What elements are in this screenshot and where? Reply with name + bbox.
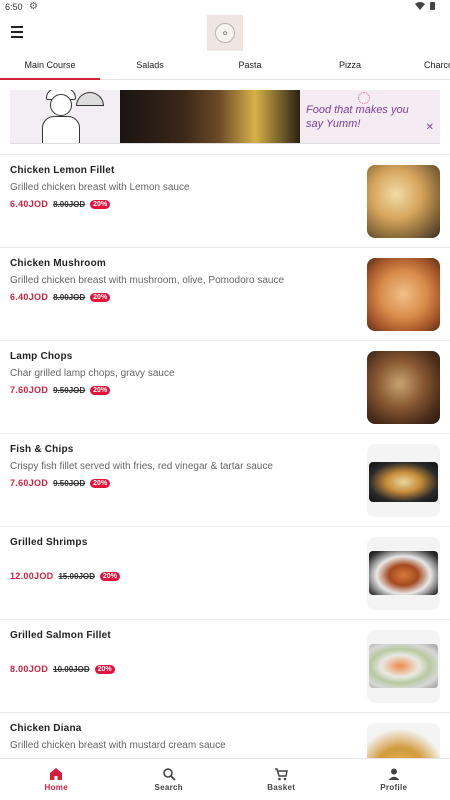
menu-item[interactable]: Chicken Mushroom Grilled chicken breast … xyxy=(0,247,450,340)
wifi-icon xyxy=(415,2,435,10)
menu-item[interactable]: Grilled Shrimps 12.00JOD 15.00JOD 20% xyxy=(0,526,450,619)
discount-badge: 20% xyxy=(90,199,111,209)
nav-basket[interactable]: Basket xyxy=(225,759,338,800)
profile-icon xyxy=(388,768,400,780)
item-old-price: 8.00JOD xyxy=(53,199,86,209)
banner-slogan: Food that makes you say Yumm! ✕ xyxy=(300,90,440,143)
price-row: 7.60JOD 9.50JOD 20% xyxy=(10,478,111,488)
search-icon xyxy=(162,768,176,781)
discount-badge: 20% xyxy=(94,664,115,674)
item-description: Grilled chicken breast with mustard crea… xyxy=(10,740,226,751)
item-name: Chicken Mushroom xyxy=(10,258,106,269)
menu-item[interactable]: Fish & Chips Crispy fish fillet served w… xyxy=(0,433,450,526)
nav-basket-label: Basket xyxy=(267,783,296,792)
status-bar: 6:50 ⚙ xyxy=(0,0,450,14)
home-icon xyxy=(50,768,63,780)
banner-chef-image xyxy=(10,90,120,143)
item-price: 6.40JOD xyxy=(10,199,49,209)
hamburger-icon xyxy=(11,26,23,28)
wifi-battery-icons xyxy=(414,1,438,13)
discount-badge: 20% xyxy=(90,292,111,302)
item-old-price: 10.00JOD xyxy=(53,664,90,674)
cart-icon xyxy=(275,768,289,781)
logo-emblem-icon: ✿ xyxy=(215,23,235,43)
discount-badge: 20% xyxy=(90,385,111,395)
tab-main-course[interactable]: Main Course xyxy=(0,56,100,80)
price-row: 6.40JOD 8.00JOD 20% xyxy=(10,199,111,209)
item-description: Char grilled lamp chops, gravy sauce xyxy=(10,368,175,379)
tab-pasta[interactable]: Pasta xyxy=(200,56,300,80)
category-tabs: Main Course Salads Pasta Pizza Charco xyxy=(0,56,450,80)
item-image[interactable] xyxy=(367,165,440,238)
item-price: 7.60JOD xyxy=(10,385,49,395)
item-image[interactable] xyxy=(367,630,440,703)
price-row: 6.40JOD 8.00JOD 20% xyxy=(10,292,111,302)
menu-item[interactable]: Chicken Diana Grilled chicken breast wit… xyxy=(0,712,450,758)
item-price: 8.00JOD xyxy=(10,664,49,674)
tab-salads[interactable]: Salads xyxy=(100,56,200,80)
cloche-icon xyxy=(76,92,104,106)
item-name: Lamp Chops xyxy=(10,351,73,362)
item-name: Fish & Chips xyxy=(10,444,74,455)
nav-search-label: Search xyxy=(154,783,183,792)
item-name: Grilled Shrimps xyxy=(10,537,88,548)
promo-banner[interactable]: Food that makes you say Yumm! ✕ xyxy=(10,90,440,144)
item-description: Grilled chicken breast with mushroom, ol… xyxy=(10,275,285,286)
nav-home[interactable]: Home xyxy=(0,759,113,800)
nav-home-label: Home xyxy=(44,783,68,792)
banner-slogan-line1: Food that makes you xyxy=(306,104,409,116)
flower-icon xyxy=(358,92,370,104)
item-description: Crispy fish fillet served with fries, re… xyxy=(10,461,273,472)
bottom-navigation: Home Search Basket Profile xyxy=(0,758,450,800)
price-row: 8.00JOD 10.00JOD 20% xyxy=(10,664,115,674)
menu-button[interactable] xyxy=(11,26,27,40)
banner-slogan-line2: say Yumm! xyxy=(306,118,361,130)
menu-item[interactable]: Lamp Chops Char grilled lamp chops, grav… xyxy=(0,340,450,433)
item-name: Chicken Lemon Fillet xyxy=(10,165,115,176)
item-image[interactable] xyxy=(367,258,440,331)
item-old-price: 9.50JOD xyxy=(53,478,86,488)
item-price: 7.60JOD xyxy=(10,478,49,488)
banner-steak-image xyxy=(120,90,300,143)
menu-item[interactable]: Chicken Lemon Fillet Grilled chicken bre… xyxy=(0,154,450,247)
discount-badge: 20% xyxy=(99,571,120,581)
item-old-price: 9.50JOD xyxy=(53,385,86,395)
item-name: Grilled Salmon Fillet xyxy=(10,630,111,641)
item-description: Grilled chicken breast with Lemon sauce xyxy=(10,182,190,193)
item-name: Chicken Diana xyxy=(10,723,82,734)
item-price: 6.40JOD xyxy=(10,292,49,302)
nav-profile[interactable]: Profile xyxy=(338,759,450,800)
fork-knife-icon: ✕ xyxy=(425,122,434,133)
tab-charcoal[interactable]: Charco xyxy=(400,56,450,80)
status-time: 6:50 xyxy=(5,2,23,12)
nav-search[interactable]: Search xyxy=(113,759,226,800)
item-old-price: 8.00JOD xyxy=(53,292,86,302)
item-image[interactable] xyxy=(367,351,440,424)
restaurant-logo: ✿ xyxy=(207,15,243,51)
item-price: 12.00JOD xyxy=(10,571,54,581)
app-bar: ✿ xyxy=(0,14,450,56)
item-old-price: 15.00JOD xyxy=(58,571,95,581)
settings-status-icon: ⚙ xyxy=(29,1,38,12)
item-image[interactable] xyxy=(367,537,440,610)
battery-icon xyxy=(430,2,435,10)
item-image[interactable] xyxy=(367,444,440,517)
price-row: 12.00JOD 15.00JOD 20% xyxy=(10,571,120,581)
nav-profile-label: Profile xyxy=(380,783,408,792)
price-row: 7.60JOD 9.50JOD 20% xyxy=(10,385,111,395)
item-image[interactable] xyxy=(367,723,440,758)
discount-badge: 20% xyxy=(90,478,111,488)
tab-pizza[interactable]: Pizza xyxy=(300,56,400,80)
menu-item[interactable]: Grilled Salmon Fillet 8.00JOD 10.00JOD 2… xyxy=(0,619,450,712)
